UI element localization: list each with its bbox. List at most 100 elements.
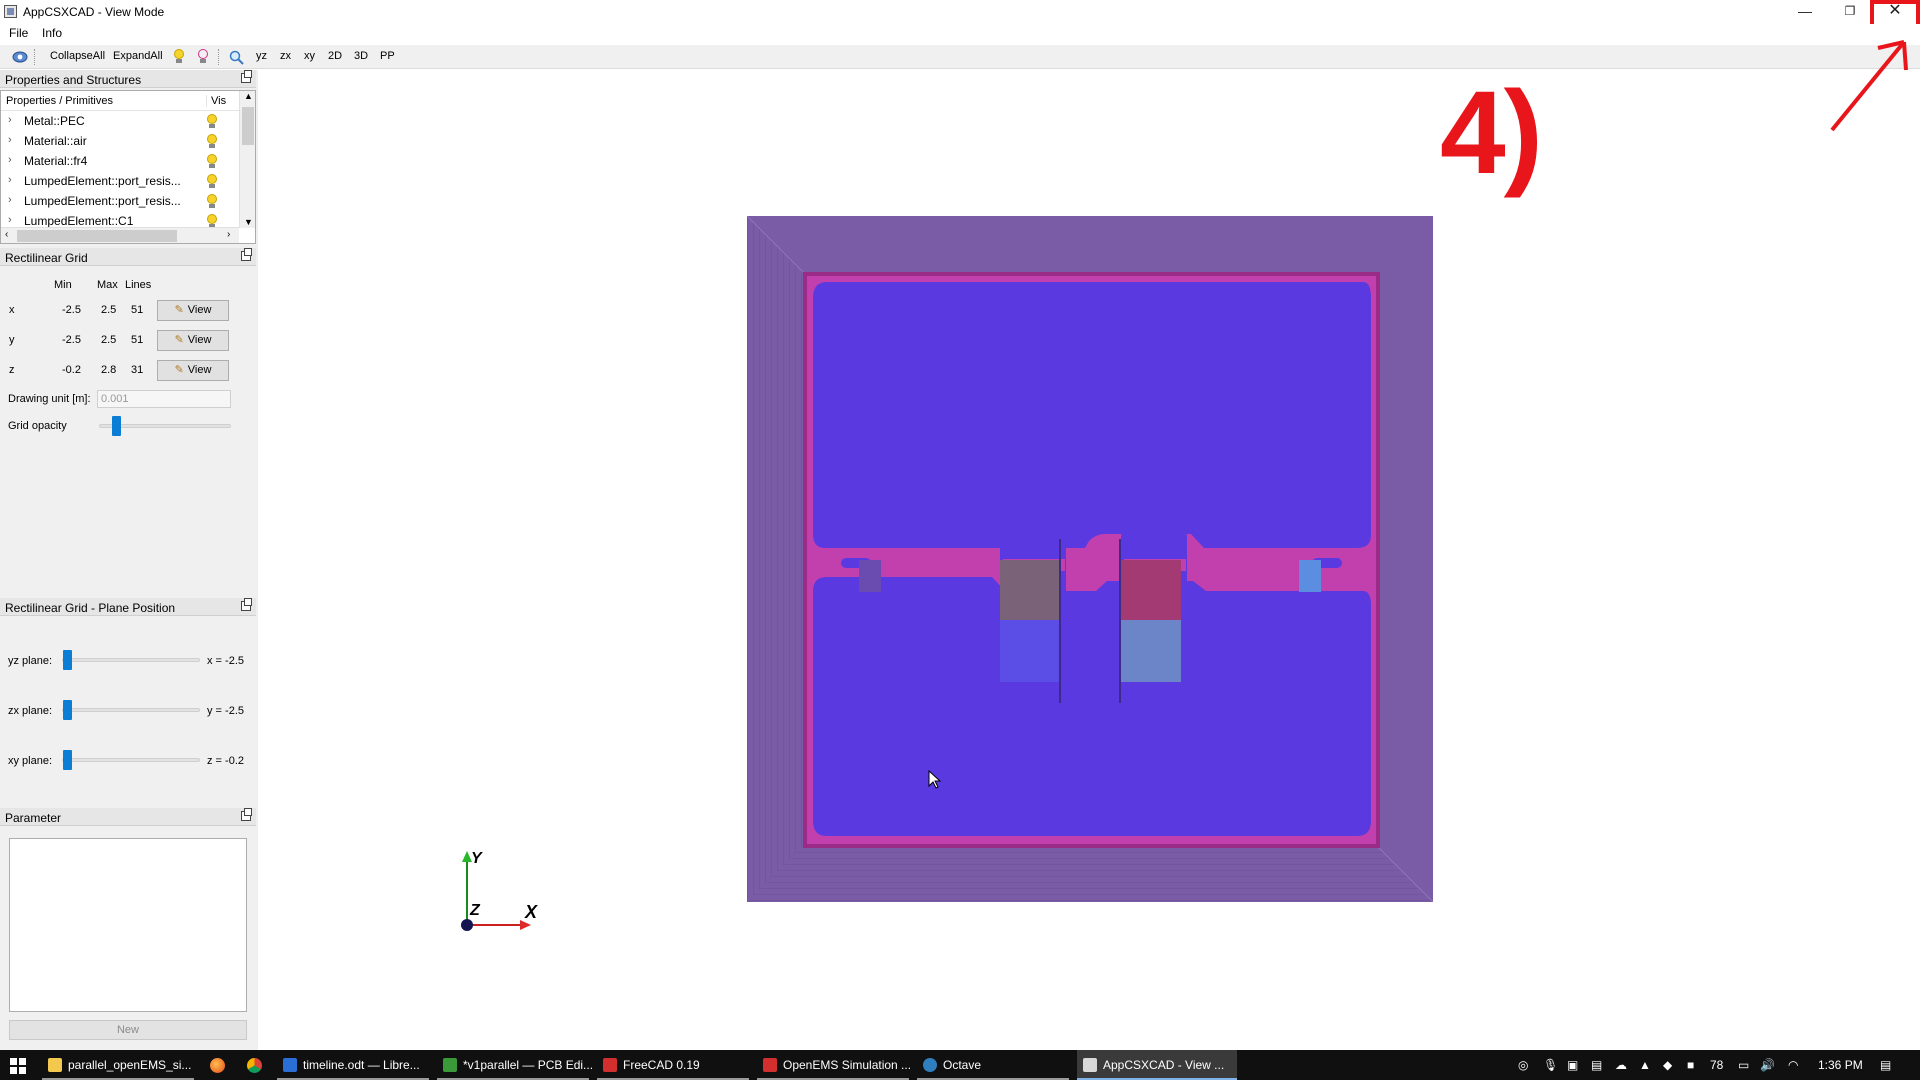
tree-item[interactable]: › Material::fr4 (1, 151, 239, 171)
grid-opacity-label: Grid opacity (8, 420, 67, 432)
collapse-all-button[interactable]: CollapseAll (50, 50, 105, 62)
drawing-unit-field[interactable]: 0.001 (97, 390, 231, 408)
notifications-icon[interactable]: ▤ (1880, 1050, 1891, 1080)
taskbar-item-freecad[interactable]: FreeCAD 0.19 (597, 1050, 749, 1080)
float-dock-icon[interactable] (241, 70, 252, 83)
yz-plane-slider-handle[interactable] (63, 650, 72, 670)
network-app-tray-icon[interactable]: ▣ (1567, 1050, 1578, 1080)
float-dock-icon[interactable] (241, 248, 252, 261)
reset-view-icon[interactable] (12, 50, 28, 64)
mesh-left (747, 216, 804, 902)
scroll-up-icon[interactable]: ▲ (244, 91, 253, 101)
col-primitives-header[interactable]: Properties / Primitives (6, 95, 113, 107)
taskbar-item-openems[interactable]: OpenEMS Simulation ... (757, 1050, 911, 1080)
octave-icon (923, 1058, 937, 1072)
xy-plane-slider[interactable] (62, 758, 200, 762)
dropbox-tray-icon[interactable]: ◆ (1663, 1050, 1672, 1080)
scrollbar-thumb[interactable] (17, 230, 177, 242)
firefox-icon[interactable] (210, 1058, 225, 1073)
3d-viewport[interactable]: Y Z X (260, 70, 1920, 1050)
visibility-bulb-icon[interactable] (206, 154, 218, 169)
grid-opacity-slider-handle[interactable] (112, 416, 121, 436)
volume-tray-icon[interactable]: 🔊 (1760, 1050, 1775, 1080)
expand-arrow-icon[interactable]: › (8, 214, 12, 226)
properties-tree[interactable]: Properties / Primitives Vis › Metal::PEC… (0, 90, 256, 244)
view-xy-button[interactable]: xy (304, 50, 315, 62)
new-parameter-button[interactable]: New (9, 1020, 247, 1040)
expand-arrow-icon[interactable]: › (8, 114, 12, 126)
float-dock-icon[interactable] (241, 598, 252, 611)
view-2d-button[interactable]: 2D (328, 50, 342, 62)
scrollbar-thumb[interactable] (242, 107, 254, 145)
bulb-off-icon[interactable] (197, 49, 209, 64)
tree-horizontal-scrollbar[interactable]: ‹ › (1, 227, 239, 243)
minimize-button[interactable]: — (1782, 0, 1828, 24)
expand-all-button[interactable]: ExpandAll (113, 50, 163, 62)
view-z-grid-button[interactable]: ✎ View (157, 360, 229, 381)
yz-plane-label: yz plane: (8, 655, 53, 667)
grid-max-value: 2.8 (101, 364, 117, 376)
usb-tray-icon[interactable]: ■ (1687, 1050, 1694, 1080)
view-button-label: View (187, 364, 212, 376)
chrome-icon[interactable] (247, 1058, 262, 1073)
tree-item[interactable]: › Material::air (1, 131, 239, 151)
scroll-left-icon[interactable]: ‹ (5, 229, 8, 240)
taskbar-item-file-explorer[interactable]: parallel_openEMS_si... (42, 1050, 194, 1080)
steam-tray-icon[interactable]: ◎ (1518, 1050, 1528, 1080)
tree-item[interactable]: › LumpedElement::port_resis... (1, 171, 239, 191)
col-vis-header[interactable]: Vis (206, 95, 226, 107)
visibility-bulb-icon[interactable] (206, 134, 218, 149)
battery-tray-icon[interactable]: ▭ (1738, 1050, 1749, 1080)
taskbar-item-octave[interactable]: Octave (917, 1050, 1069, 1080)
scroll-down-icon[interactable]: ▼ (244, 217, 253, 227)
expand-arrow-icon[interactable]: › (8, 194, 12, 206)
taskbar-item-appcsxcad[interactable]: AppCSXCAD - View ... (1077, 1050, 1237, 1080)
zoom-icon[interactable] (229, 50, 245, 65)
col-min-header: Min (54, 279, 72, 291)
view-x-grid-button[interactable]: ✎ View (157, 300, 229, 321)
menu-info[interactable]: Info (42, 26, 62, 40)
tree-item-label: LumpedElement::port_resis... (24, 174, 181, 188)
taskbar-item-pcb-editor[interactable]: *v1parallel — PCB Edi... (437, 1050, 593, 1080)
expand-arrow-icon[interactable]: › (8, 174, 12, 186)
visibility-bulb-icon[interactable] (206, 174, 218, 189)
view-3d-button[interactable]: 3D (354, 50, 368, 62)
xy-plane-slider-handle[interactable] (63, 750, 72, 770)
visibility-bulb-icon[interactable] (206, 194, 218, 209)
expand-arrow-icon[interactable]: › (8, 154, 12, 166)
parameter-list[interactable] (9, 838, 247, 1012)
pp-button[interactable]: PP (380, 50, 395, 62)
view-yz-button[interactable]: yz (256, 50, 267, 62)
tree-item[interactable]: › LumpedElement::port_resis... (1, 191, 239, 211)
drive-tray-icon[interactable]: ▲ (1639, 1050, 1651, 1080)
view-zx-button[interactable]: zx (280, 50, 291, 62)
pencil-icon: ✎ (174, 364, 184, 376)
float-dock-icon[interactable] (241, 808, 252, 821)
microphone-tray-icon[interactable]: 🎙 (1543, 1050, 1558, 1080)
menu-file[interactable]: File (9, 26, 28, 40)
restore-button[interactable]: ❐ (1827, 0, 1873, 24)
zx-plane-slider[interactable] (62, 708, 200, 712)
pcb-structure-render (747, 216, 1433, 902)
zx-plane-slider-handle[interactable] (63, 700, 72, 720)
visibility-bulb-icon[interactable] (206, 114, 218, 129)
mouse-cursor-icon (928, 770, 942, 789)
wifi-tray-icon[interactable]: ◠ (1788, 1050, 1798, 1080)
tree-vertical-scrollbar[interactable]: ▲ ▼ (239, 91, 255, 228)
cloud-tray-icon[interactable]: ☁ (1615, 1050, 1627, 1080)
properties-dock-title: Properties and Structures (0, 70, 256, 88)
bulb-on-icon[interactable] (173, 49, 185, 64)
toolbar: CollapseAll ExpandAll yz zx xy 2D 3D PP (0, 45, 1920, 69)
scroll-right-icon[interactable]: › (227, 229, 230, 240)
grid-max-value: 2.5 (101, 304, 117, 316)
yz-plane-slider[interactable] (62, 658, 200, 662)
expand-arrow-icon[interactable]: › (8, 134, 12, 146)
tree-item[interactable]: › Metal::PEC (1, 111, 239, 131)
app-tray-icon[interactable]: ▤ (1591, 1050, 1602, 1080)
windows-start-icon[interactable] (10, 1058, 26, 1074)
xy-plane-label: xy plane: (8, 755, 53, 767)
view-y-grid-button[interactable]: ✎ View (157, 330, 229, 351)
component-c1-pad (1000, 620, 1060, 682)
taskbar-clock[interactable]: 1:36 PM (1818, 1050, 1863, 1080)
taskbar-item-libreoffice[interactable]: timeline.odt — Libre... (277, 1050, 429, 1080)
